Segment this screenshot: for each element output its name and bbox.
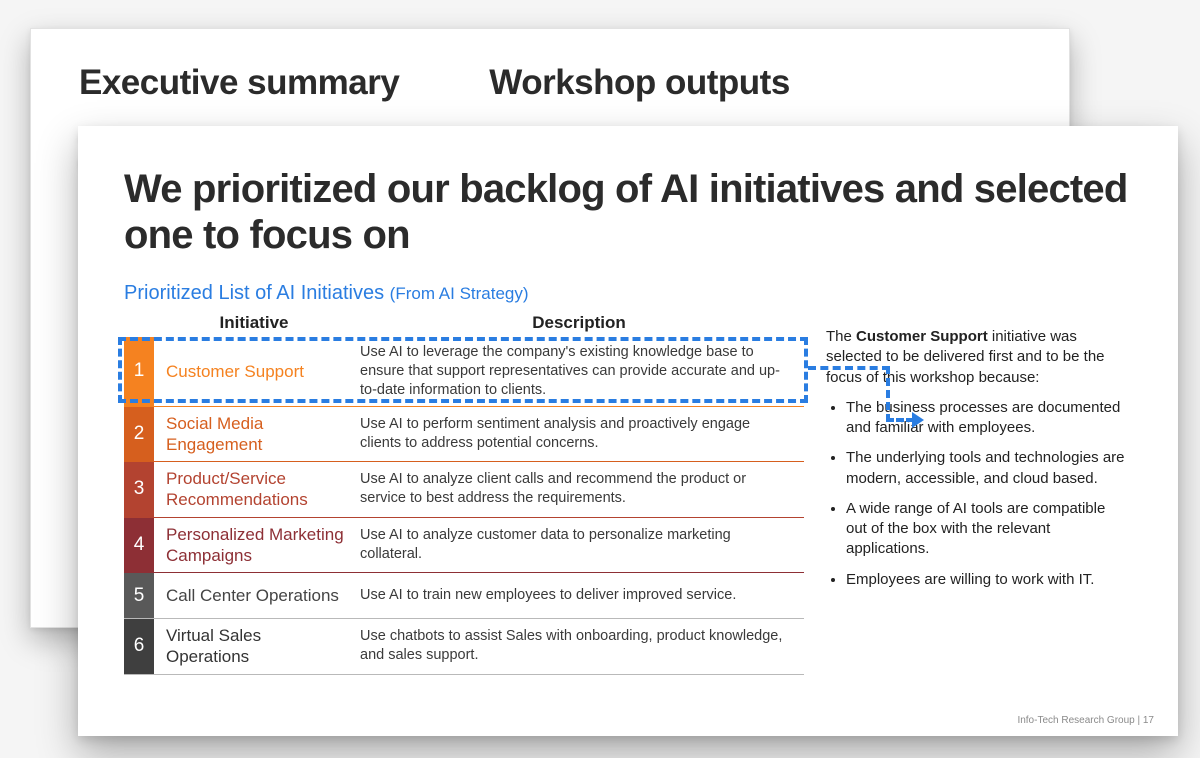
col-header-description: Description	[354, 313, 804, 333]
row-initiative: Social Media Engagement	[154, 407, 354, 462]
row-number: 3	[124, 462, 154, 517]
side-intro: The Customer Support initiative was sele…	[826, 327, 1126, 388]
row-number: 2	[124, 407, 154, 462]
back-heading-right: Workshop outputs	[489, 63, 790, 103]
table-row: 1 Customer Support Use AI to leverage th…	[124, 337, 804, 407]
initiatives-table: Initiative Description 1 Customer Suppor…	[124, 313, 804, 675]
side-bullet: The underlying tools and technologies ar…	[846, 448, 1126, 489]
row-description: Use AI to analyze customer data to perso…	[354, 518, 804, 573]
side-explanation: The Customer Support initiative was sele…	[826, 313, 1126, 600]
row-number: 5	[124, 573, 154, 618]
table-row: 5 Call Center Operations Use AI to train…	[124, 573, 804, 619]
side-bullet: Employees are willing to work with IT.	[846, 570, 1126, 590]
side-intro-bold: Customer Support	[856, 328, 988, 345]
slide-subtitle: Prioritized List of AI Initiatives (From…	[124, 282, 1132, 305]
row-description: Use AI to perform sentiment analysis and…	[354, 407, 804, 462]
row-description: Use AI to train new employees to deliver…	[354, 573, 804, 618]
table-row: 6 Virtual Sales Operations Use chatbots …	[124, 619, 804, 675]
row-initiative: Call Center Operations	[154, 573, 354, 618]
row-number: 1	[124, 337, 154, 406]
row-initiative: Personalized Marketing Campaigns	[154, 518, 354, 573]
row-description: Use AI to leverage the company's existin…	[354, 337, 804, 406]
row-initiative: Customer Support	[154, 337, 354, 406]
table-row: 4 Personalized Marketing Campaigns Use A…	[124, 518, 804, 574]
table-row: 3 Product/Service Recommendations Use AI…	[124, 462, 804, 518]
table-header: Initiative Description	[124, 313, 804, 337]
row-number: 6	[124, 619, 154, 674]
side-bullet: A wide range of AI tools are compatible …	[846, 499, 1126, 560]
front-slide: We prioritized our backlog of AI initiat…	[78, 126, 1178, 736]
slide-footer: Info-Tech Research Group | 17	[1017, 715, 1154, 726]
back-heading-left: Executive summary	[79, 63, 399, 103]
subtitle-main: Prioritized List of AI Initiatives	[124, 282, 390, 304]
row-initiative: Product/Service Recommendations	[154, 462, 354, 517]
side-bullet-list: The business processes are documented an…	[826, 398, 1126, 590]
side-bullet: The business processes are documented an…	[846, 398, 1126, 439]
table-row: 2 Social Media Engagement Use AI to perf…	[124, 407, 804, 463]
subtitle-note: (From AI Strategy)	[390, 284, 529, 303]
row-description: Use AI to analyze client calls and recom…	[354, 462, 804, 517]
content-row: Initiative Description 1 Customer Suppor…	[124, 313, 1132, 675]
row-number: 4	[124, 518, 154, 573]
row-description: Use chatbots to assist Sales with onboar…	[354, 619, 804, 674]
row-initiative: Virtual Sales Operations	[154, 619, 354, 674]
slide-title: We prioritized our backlog of AI initiat…	[124, 166, 1132, 258]
side-intro-pre: The	[826, 328, 856, 345]
col-header-initiative: Initiative	[154, 313, 354, 333]
